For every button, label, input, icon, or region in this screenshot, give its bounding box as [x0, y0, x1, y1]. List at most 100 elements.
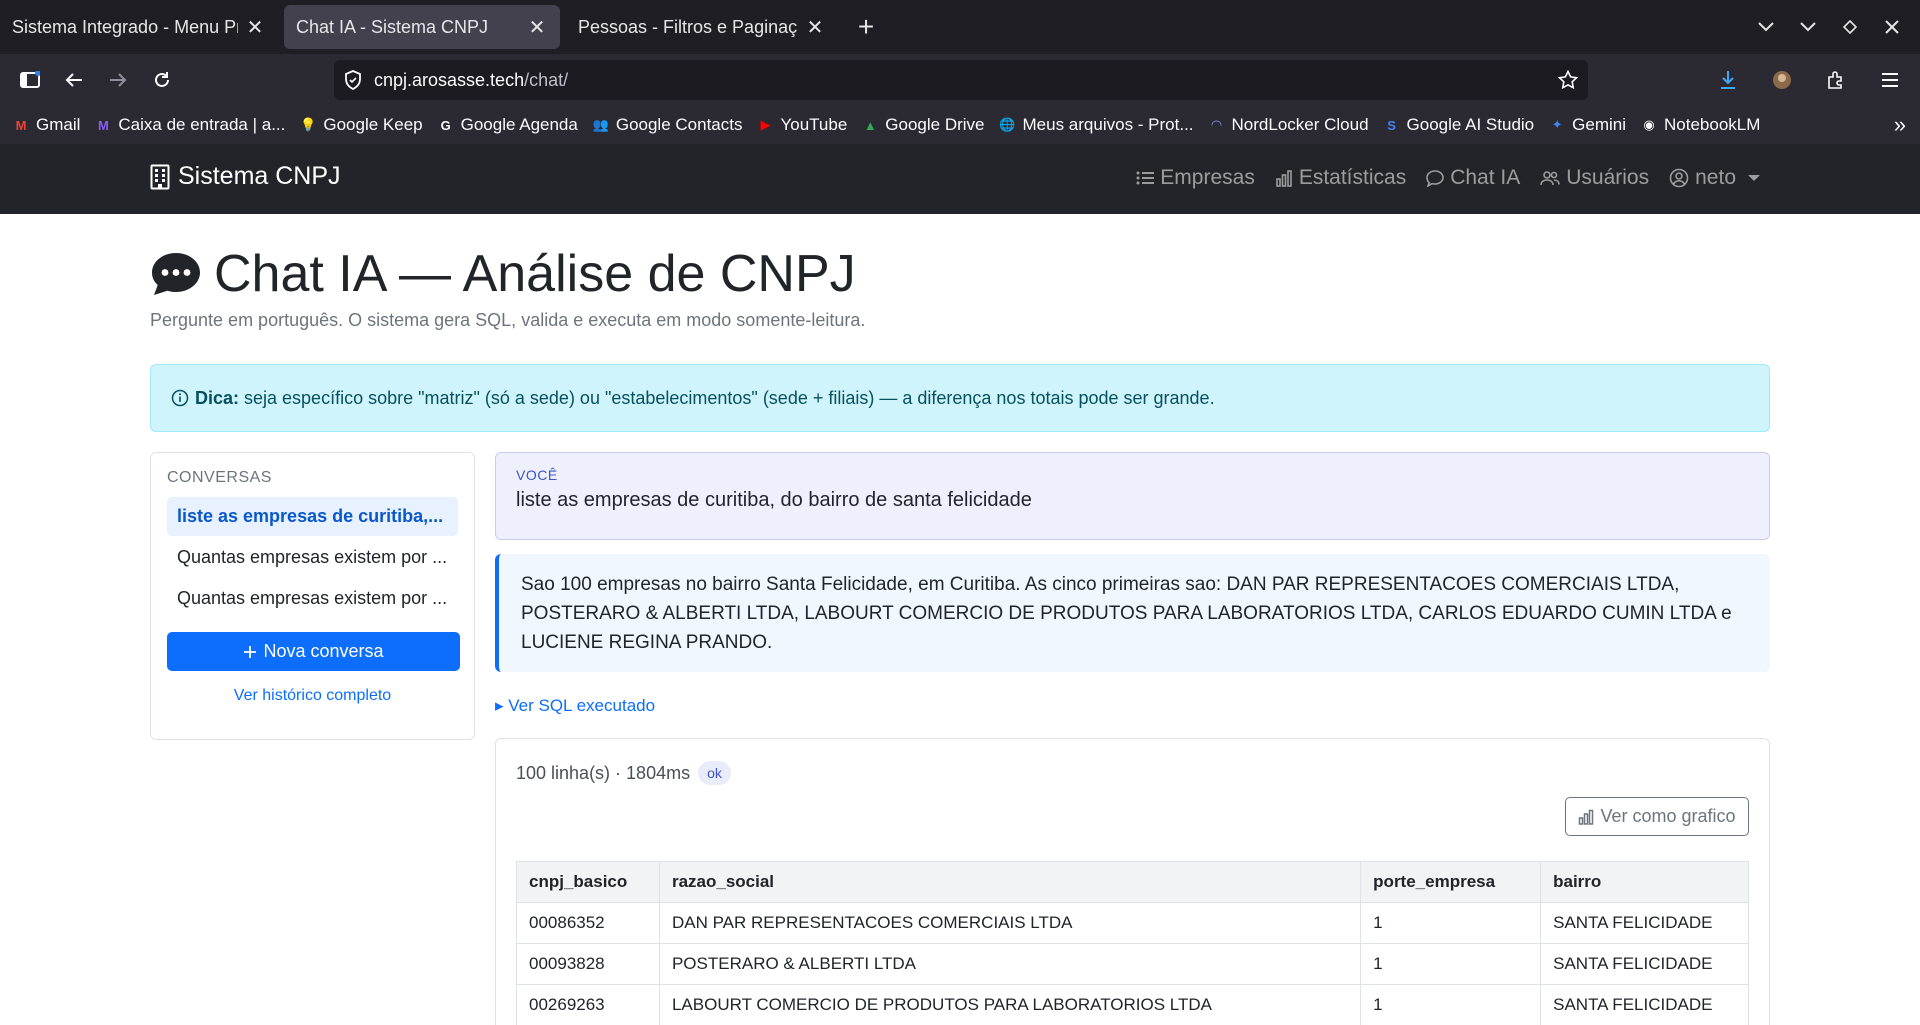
browser-nav-bar: cnpj.arosasse.tech/chat/	[0, 54, 1920, 106]
nav-label: Estatísticas	[1298, 166, 1407, 189]
assistant-answer: Sao 100 empresas no bairro Santa Felicid…	[495, 554, 1770, 672]
bar-chart-icon	[1578, 809, 1594, 825]
tab-title: Sistema Integrado - Menu Principal	[12, 16, 238, 37]
bookmark-item[interactable]: ✦ Gemini	[1548, 115, 1626, 135]
browser-tab[interactable]: Sistema Integrado - Menu Principal ✕	[0, 5, 278, 49]
maximize-icon[interactable]	[1836, 10, 1864, 44]
globe-icon: 🌐	[999, 117, 1016, 132]
hamburger-menu-icon[interactable]	[1868, 60, 1912, 100]
bookmark-item[interactable]: G Google Agenda	[437, 115, 578, 135]
table-cell: SANTA FELICIDADE	[1540, 984, 1749, 1025]
column-header[interactable]: bairro	[1540, 861, 1749, 903]
bookmark-item[interactable]: M Gmail	[12, 115, 81, 135]
plus-icon	[243, 645, 257, 659]
building-icon	[150, 164, 170, 190]
more-bookmarks-icon[interactable]: »	[1894, 112, 1906, 138]
bookmark-label: Google Drive	[885, 115, 985, 134]
nav-usuarios[interactable]: Usuários	[1540, 166, 1649, 190]
results-card: 100 linha(s) · 1804ms ok Ver como grafic…	[495, 738, 1770, 1025]
browser-tab-active[interactable]: Chat IA - Sistema CNPJ ✕	[284, 5, 560, 49]
bookmark-label: Gmail	[36, 115, 81, 134]
gemini-icon: ✦	[1551, 117, 1563, 132]
bookmark-label: Google Keep	[323, 115, 423, 134]
table-cell: SANTA FELICIDADE	[1540, 902, 1749, 944]
list-icon	[1136, 171, 1155, 185]
column-header[interactable]: porte_empresa	[1360, 861, 1542, 903]
browser-tab[interactable]: Pessoas - Filtros e Paginação ✕	[566, 5, 838, 49]
bookmark-star-icon[interactable]	[1558, 70, 1578, 90]
new-tab-icon[interactable]: +	[848, 9, 884, 45]
table-header-row: cnpj_basico razao_social porte_empresa b…	[516, 861, 1749, 903]
sidebar-heading: CONVERSAS	[167, 469, 272, 486]
close-tab-icon[interactable]: ✕	[526, 16, 548, 39]
column-header[interactable]: razao_social	[658, 861, 1362, 903]
table-cell: 1	[1360, 902, 1542, 944]
minimize-icon[interactable]	[1794, 10, 1822, 44]
url-bar[interactable]: cnpj.arosasse.tech/chat/	[334, 60, 1588, 100]
tab-title: Pessoas - Filtros e Paginação	[578, 16, 798, 37]
bookmark-item[interactable]: ▶ YouTube	[756, 115, 847, 135]
nav-empresas[interactable]: Empresas	[1136, 166, 1255, 190]
table-cell: SANTA FELICIDADE	[1540, 943, 1749, 985]
notebooklm-icon: ◉	[1643, 117, 1655, 132]
conversation-item-active[interactable]: liste as empresas de curitiba,...	[167, 497, 458, 536]
results-table: cnpj_basico razao_social porte_empresa b…	[516, 861, 1749, 1025]
column-header[interactable]: cnpj_basico	[516, 861, 660, 903]
profile-avatar-icon[interactable]	[1760, 60, 1804, 100]
tab-title: Chat IA - Sistema CNPJ	[296, 16, 489, 37]
bookmark-item[interactable]: ◠ NordLocker Cloud	[1208, 115, 1369, 135]
bar-chart-icon	[1275, 169, 1293, 187]
close-window-icon[interactable]	[1878, 10, 1906, 44]
bookmark-item[interactable]: 💡 Google Keep	[299, 115, 422, 135]
back-icon[interactable]	[52, 60, 96, 100]
conversation-item[interactable]: Quantas empresas existem por ...	[167, 579, 458, 618]
nav-chat-ia[interactable]: Chat IA	[1426, 166, 1520, 190]
table-cell: POSTERARO & ALBERTI LTDA	[658, 943, 1362, 985]
close-tab-icon[interactable]: ✕	[244, 16, 266, 39]
bookmark-item[interactable]: S Google AI Studio	[1383, 115, 1535, 135]
results-meta: 100 linha(s) · 1804ms ok	[516, 761, 1749, 785]
user-message-text: liste as empresas de curitiba, do bairro…	[516, 489, 1032, 511]
bookmark-item[interactable]: ▲ Google Drive	[861, 115, 985, 135]
chevron-down-icon	[1748, 175, 1760, 181]
reload-icon[interactable]	[140, 60, 184, 100]
list-all-tabs-icon[interactable]	[1752, 10, 1780, 44]
bookmarks-bar: M Gmail M Caixa de entrada | a... 💡 Google Ke…	[0, 106, 1920, 144]
bookmark-item[interactable]: 🌐 Meus arquivos - Prot...	[999, 115, 1193, 135]
google-keep-icon: 💡	[300, 117, 317, 132]
close-tab-icon[interactable]: ✕	[804, 16, 826, 39]
new-conversation-label: Nova conversa	[263, 641, 384, 661]
full-history-link[interactable]: Ver histórico completo	[167, 687, 458, 705]
downloads-icon[interactable]	[1706, 60, 1750, 100]
url-path: /chat/	[524, 69, 569, 90]
brand-link[interactable]: Sistema CNPJ	[150, 162, 341, 191]
extensions-icon[interactable]	[1814, 60, 1858, 100]
view-chart-button[interactable]: Ver como grafico	[1565, 797, 1749, 836]
tip-text: seja específico sobre "matriz" (só a sed…	[239, 387, 1215, 408]
bookmark-item[interactable]: M Caixa de entrada | a...	[94, 115, 285, 135]
bookmark-label: NotebookLM	[1664, 115, 1761, 134]
ai-studio-icon: S	[1387, 117, 1396, 133]
bookmark-item[interactable]: 👥 Google Contacts	[592, 115, 743, 135]
bookmark-label: Gemini	[1572, 115, 1626, 134]
user-message: VOCÊ liste as empresas de curitiba, do b…	[495, 452, 1770, 540]
tip-alert: Dica: seja específico sobre "matriz" (só…	[150, 364, 1770, 432]
new-conversation-button[interactable]: Nova conversa	[167, 632, 460, 671]
results-count: 100 linha(s) · 1804ms	[516, 762, 691, 783]
table-row: 00269263 LABOURT COMERCIO DE PRODUTOS PA…	[516, 984, 1749, 1025]
show-sql-toggle[interactable]: ▸ Ver SQL executado	[495, 696, 1770, 716]
sidebar-toggle-icon[interactable]	[8, 60, 52, 100]
forward-icon[interactable]	[96, 60, 140, 100]
user-menu-dropdown[interactable]: neto	[1669, 166, 1760, 190]
bookmark-label: Google Agenda	[460, 115, 578, 134]
bookmark-label: Google AI Studio	[1406, 115, 1535, 134]
url-text[interactable]: cnpj.arosasse.tech/chat/	[374, 70, 1558, 91]
table-cell: LABOURT COMERCIO DE PRODUTOS PARA LABORA…	[658, 984, 1362, 1025]
view-chart-label: Ver como grafico	[1600, 806, 1736, 826]
nav-estatisticas[interactable]: Estatísticas	[1275, 166, 1406, 190]
bookmark-item[interactable]: ◉ NotebookLM	[1640, 115, 1760, 135]
table-cell: 1	[1360, 984, 1542, 1025]
conversation-item[interactable]: Quantas empresas existem por ...	[167, 538, 458, 577]
bookmark-label: YouTube	[780, 115, 848, 134]
shield-icon[interactable]	[344, 70, 362, 90]
